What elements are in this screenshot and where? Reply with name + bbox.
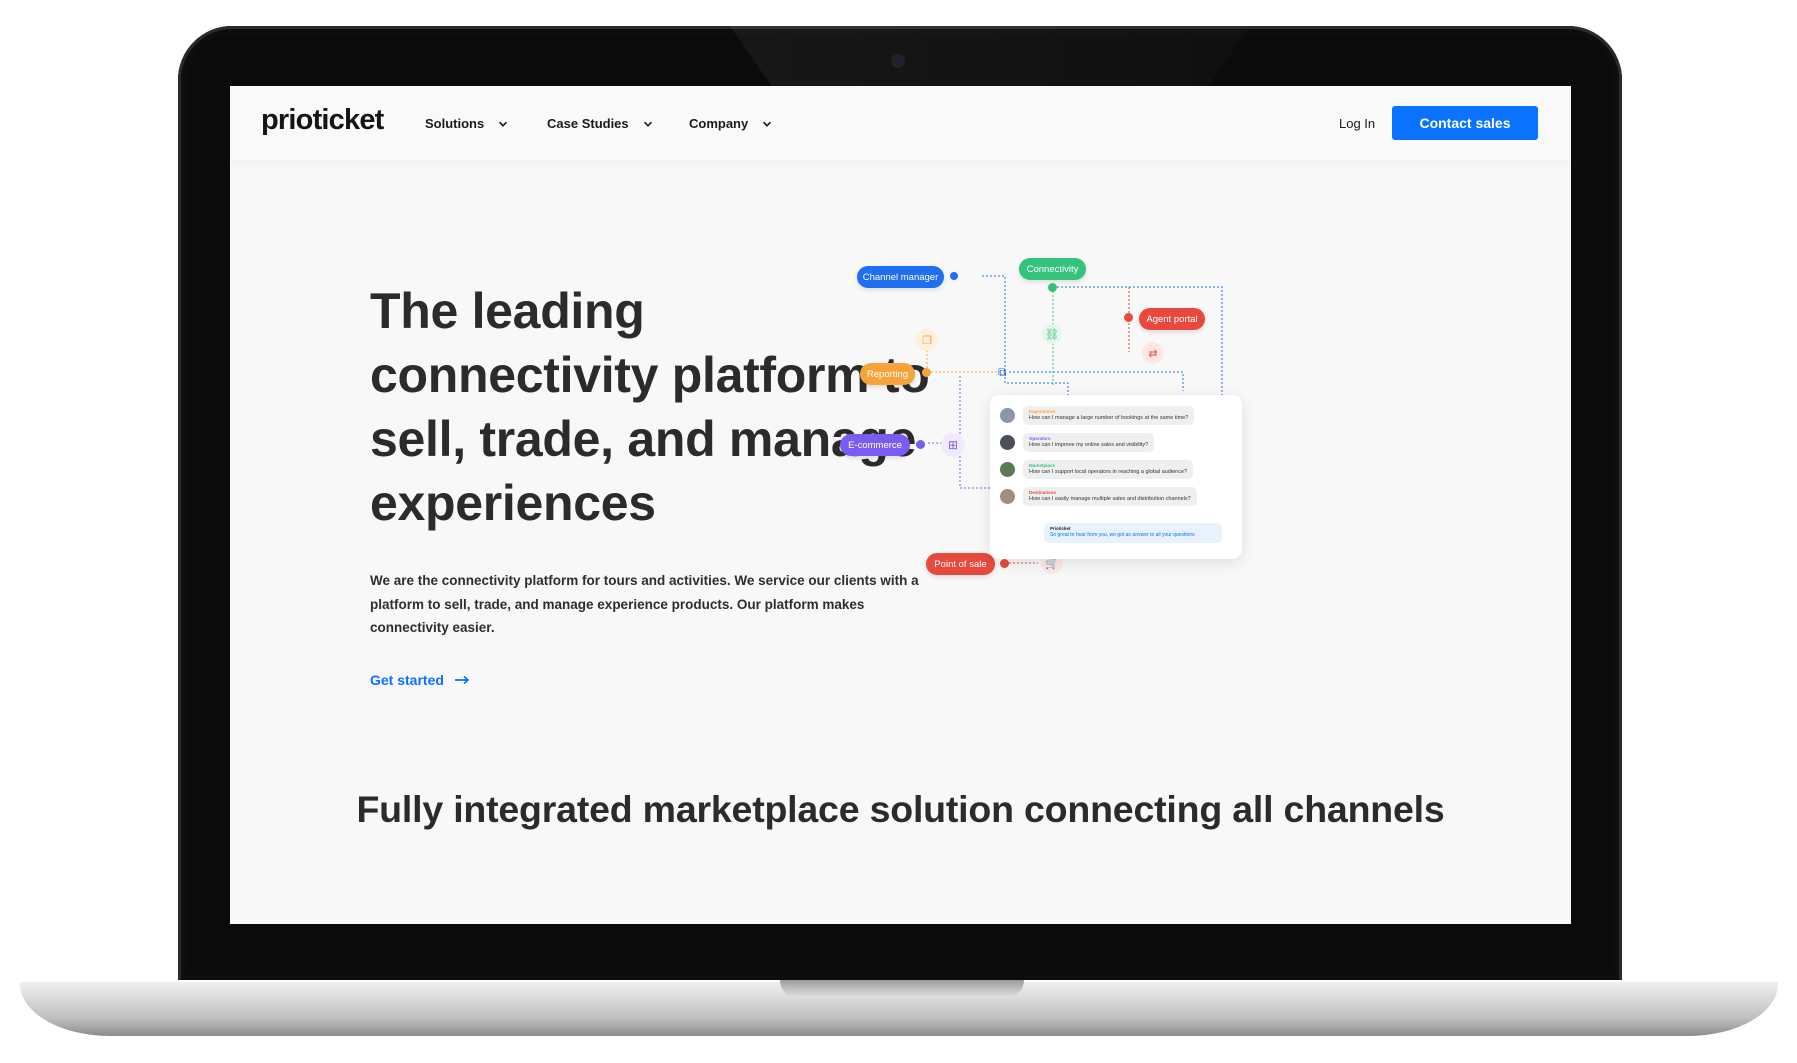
chat-text: How can I support local operators in rea… [1029,469,1188,475]
base-notch [780,980,1024,998]
connector-reporting [926,344,1005,373]
node-connectivity: Connectivity [1019,258,1086,280]
node-dot [950,272,958,280]
node-dot [916,440,925,449]
reply-tag: Prioticket [1050,526,1071,531]
chat-bubble: Experiences How can I manage a large num… [1023,406,1195,425]
chat-text: How can I manage a large number of booki… [1029,415,1189,421]
chat-text: How can I easily manage multiple sales a… [1029,496,1191,502]
chat-reply: Prioticket So great to hear from you, we… [1044,523,1222,543]
node-reporting: Reporting [860,363,915,385]
node-ecommerce: E-commerce [840,434,910,456]
connector-hub [1009,371,1184,391]
chat-card: Experiences How can I manage a large num… [990,395,1242,559]
chat-tag: Destinations [1029,490,1057,495]
website-screen: prioticket Solutions Case Studies Compan… [230,86,1571,924]
chat-bubble: Operators How can I improve my online sa… [1023,433,1155,452]
laptop-base [20,980,1778,1036]
avatar [1000,489,1015,504]
avatar [1000,408,1015,423]
agent-icon: ⇄ [1142,342,1164,364]
node-dot [1124,313,1133,322]
chat-tag: Operators [1029,436,1051,441]
grid-icon: ⊞ [941,433,965,457]
chat-row: Operators How can I improve my online sa… [1000,433,1155,452]
link-icon: ⛓ [1042,324,1062,344]
chat-text: How can I improve my online sales and vi… [1029,442,1149,448]
connector-ecommerce [928,376,990,489]
chat-row: Marketplace How can I support local oper… [1000,460,1194,479]
lid-glare [730,26,1250,86]
chat-tag: Experiences [1029,409,1056,414]
camera-icon [893,56,903,66]
node-point-of-sale: Point of sale [926,553,995,575]
hub-icon: ⧉ [998,365,1007,379]
node-dot [1000,559,1009,568]
chat-bubble: Destinations How can I easily manage mul… [1023,487,1197,506]
avatar [1000,435,1015,450]
node-channel-manager: Channel manager [857,266,944,288]
section-heading: Fully integrated marketplace solution co… [356,788,1445,830]
avatar [1000,462,1015,477]
chat-bubble: Marketplace How can I support local oper… [1023,460,1194,479]
node-dot [922,368,931,377]
node-dot [1048,283,1057,292]
reply-text: So great to hear from you, we got an ans… [1050,532,1195,538]
node-agent-portal: Agent portal [1139,308,1205,330]
chat-row: Destinations How can I easily manage mul… [1000,487,1197,506]
chat-tag: Marketplace [1029,463,1056,468]
document-icon: ❐ [916,329,938,351]
chat-row: Experiences How can I manage a large num… [1000,406,1195,425]
